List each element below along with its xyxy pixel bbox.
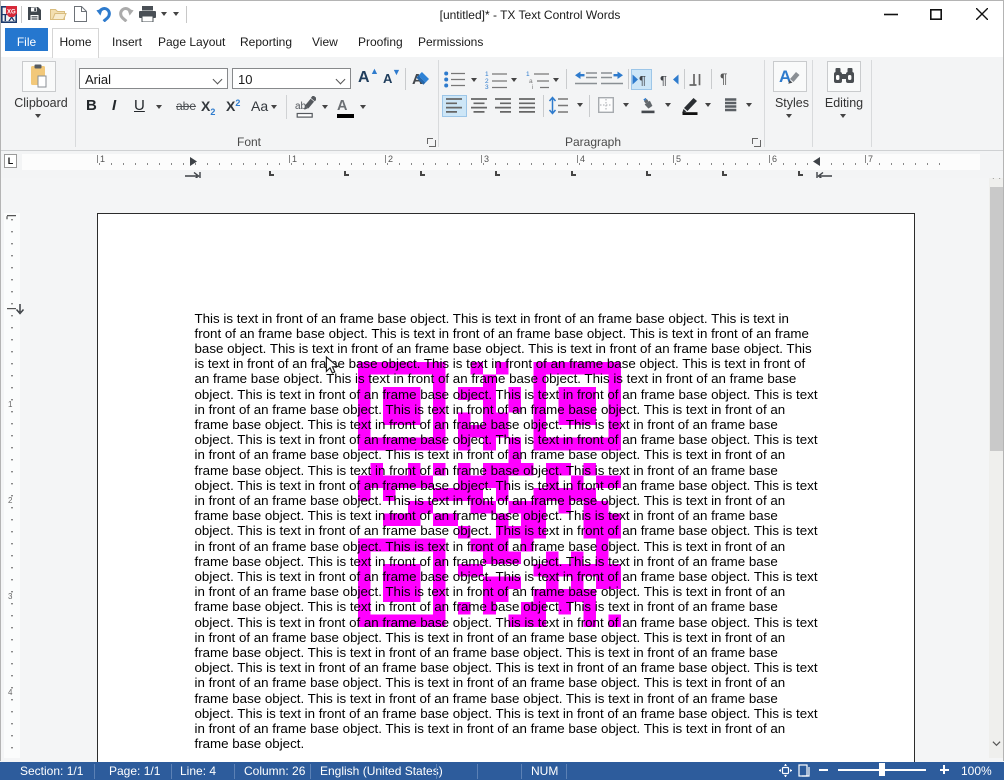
svg-text:3: 3 — [8, 592, 13, 601]
svg-text:¶: ¶ — [660, 73, 667, 86]
svg-text:2: 2 — [8, 496, 13, 505]
svg-text:1: 1 — [485, 71, 489, 78]
svg-text:4: 4 — [8, 688, 13, 697]
svg-text:¶: ¶ — [639, 73, 646, 86]
svg-text:i: i — [532, 84, 533, 89]
svg-text:ab: ab — [295, 101, 307, 112]
svg-text:3: 3 — [485, 84, 489, 89]
svg-text:1: 1 — [8, 400, 13, 409]
svg-text:1: 1 — [526, 71, 530, 78]
